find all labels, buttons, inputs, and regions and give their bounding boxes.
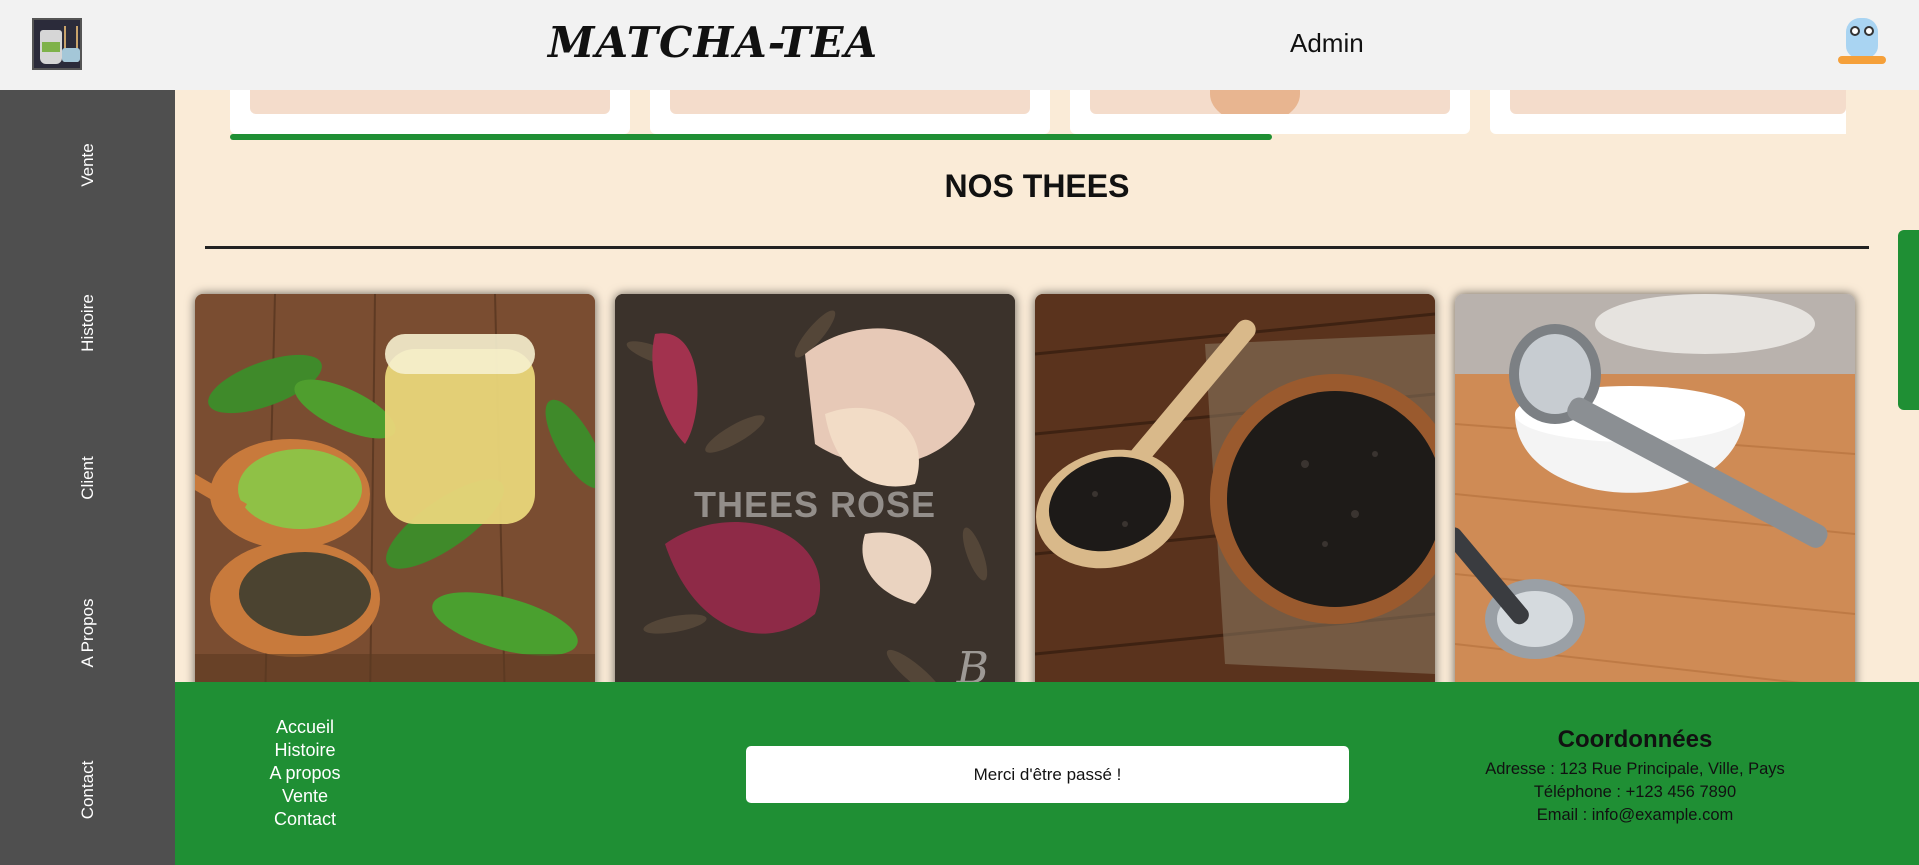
carousel-card[interactable] — [230, 90, 630, 134]
main-content: NOS THEES THEES ROSE B — [175, 90, 1919, 682]
sidebar-item-label: A Propos — [77, 598, 97, 668]
owl-avatar-icon[interactable] — [1836, 16, 1888, 70]
top-header: MATCHA-TEA Admin — [0, 0, 1919, 90]
carousel-card[interactable] — [1490, 90, 1846, 134]
sidebar-item-vente[interactable]: Vente — [0, 135, 175, 195]
sidebar-item-a-propos[interactable]: A Propos — [0, 599, 175, 668]
tea-card-black-tea[interactable] — [1035, 294, 1435, 682]
contact-address: Adresse : 123 Rue Principale, Ville, Pay… — [1485, 760, 1785, 778]
tea-spoon-image — [1455, 294, 1855, 682]
carousel-progress-bar — [230, 134, 1272, 140]
tea-card-tea-spoon[interactable] — [1455, 294, 1855, 682]
watermark-logo: B — [956, 643, 989, 682]
divider — [205, 246, 1869, 249]
sidebar-item-label: Client — [77, 456, 97, 500]
tea-set-logo-icon[interactable] — [32, 18, 82, 70]
footer-nav: Accueil Histoire A propos Vente Contact — [235, 716, 375, 831]
footer-link-accueil[interactable]: Accueil — [235, 716, 375, 739]
contact-phone: Téléphone : +123 456 7890 — [1533, 783, 1737, 801]
tea-card-green-tea[interactable] — [195, 294, 595, 682]
site-footer: Accueil Histoire A propos Vente Contact … — [175, 682, 1919, 865]
footer-link-contact[interactable]: Contact — [235, 808, 375, 831]
admin-label[interactable]: Admin — [1290, 28, 1364, 59]
brand-title[interactable]: MATCHA-TEA — [548, 18, 878, 67]
contact-email[interactable]: Email : info@example.com — [1465, 804, 1805, 827]
carousel-card[interactable] — [650, 90, 1050, 134]
carousel-card[interactable] — [1070, 90, 1470, 134]
sidebar-item-contact[interactable]: Contact — [0, 760, 175, 820]
sidebar-item-label: Histoire — [77, 294, 97, 352]
card-overlay-title: THEES ROSE — [693, 484, 937, 525]
footer-link-a-propos[interactable]: A propos — [235, 762, 375, 785]
sidebar-item-label: Vente — [77, 143, 97, 187]
contact-title: Coordonnées — [1557, 726, 1713, 753]
sidebar-item-label: Contact — [77, 760, 97, 820]
footer-link-vente[interactable]: Vente — [235, 785, 375, 808]
black-tea-image — [1035, 294, 1435, 682]
contact-details: Coordonnées Adresse : 123 Rue Principale… — [1465, 726, 1805, 827]
scrollbar-thumb[interactable] — [1898, 230, 1919, 410]
thanks-message-box: Merci d'être passé ! — [746, 746, 1349, 803]
sidebar-item-histoire[interactable]: Histoire — [0, 293, 175, 353]
sidebar-item-client[interactable]: Client — [0, 448, 175, 508]
sidebar: Vente Histoire Client A Propos Contact — [0, 90, 175, 865]
footer-link-histoire[interactable]: Histoire — [235, 739, 375, 762]
section-title: NOS THEES — [944, 168, 1130, 204]
green-tea-image — [195, 294, 595, 682]
tea-card-rose-tea[interactable]: THEES ROSE B — [615, 294, 1015, 682]
